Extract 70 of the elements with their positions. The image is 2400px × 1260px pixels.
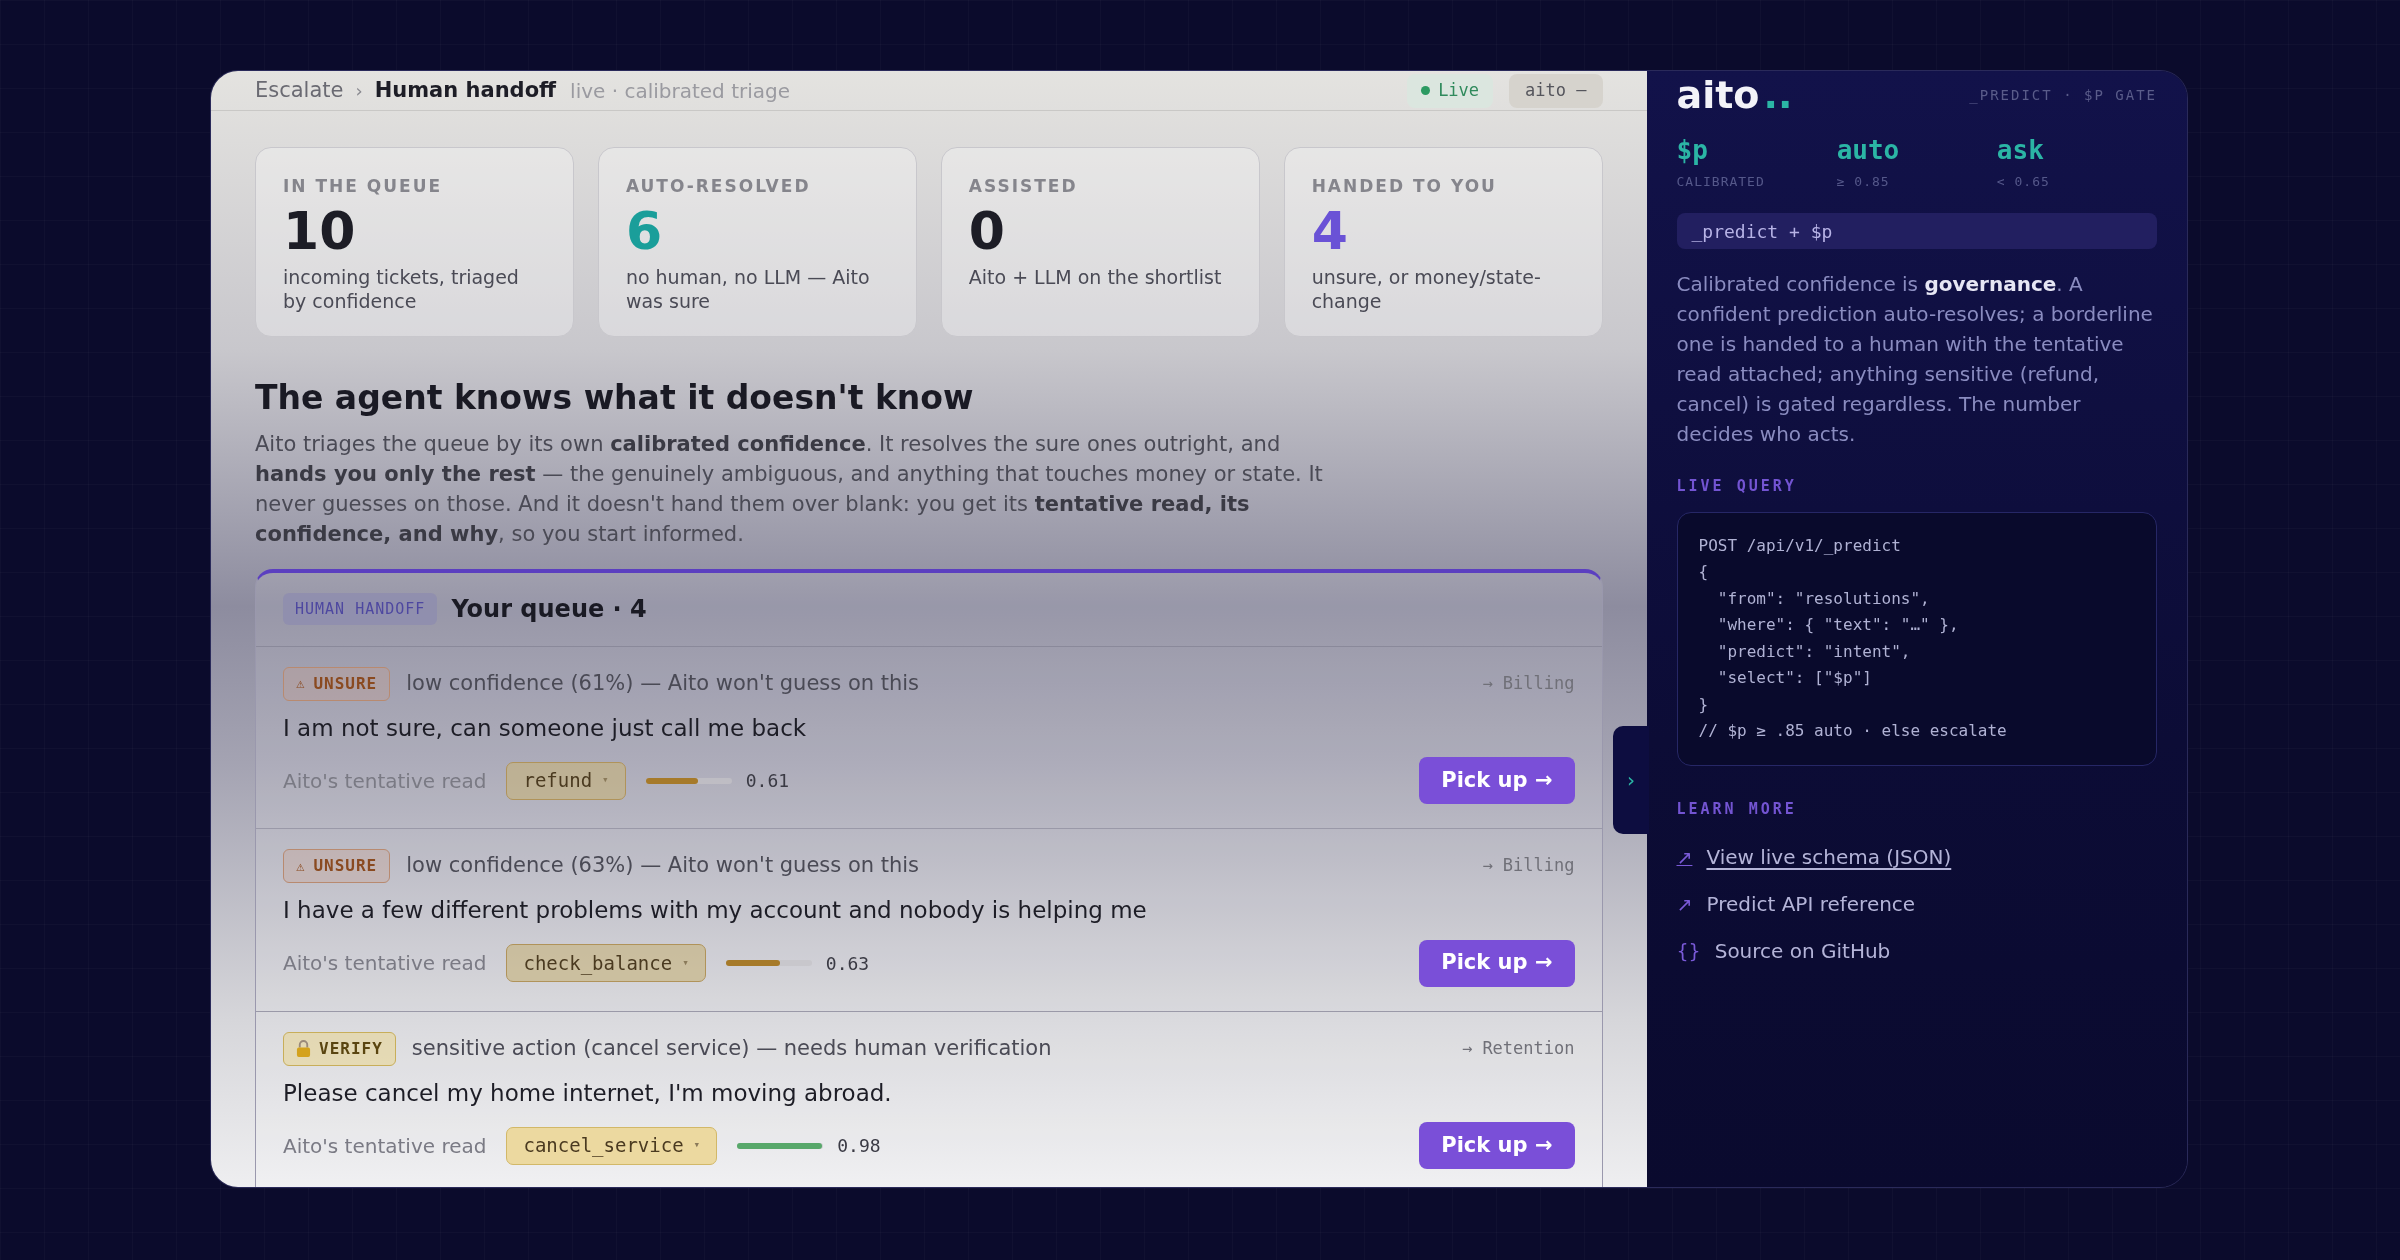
doc-link[interactable]: Predict API reference — [1706, 889, 1916, 920]
queue-tag: HUMAN HANDOFF — [283, 592, 438, 626]
brand-logo: aito.. — [1676, 73, 1793, 119]
status-badge: VERIFY — [283, 1031, 396, 1066]
metric-value: auto — [1836, 133, 1901, 167]
section-paragraph: Aito triages the queue by its own calibrated confidence. It resolves the sure ones outright, and hands you only the rest — the genuinely ambiguous, and anything that touches money or state. It never guesses on those. And it doesn't hand them over blank: you get its tentative read, its confidence, and why, so you start informed. — [255, 430, 1324, 548]
link-icon: {} — [1676, 936, 1701, 966]
stat-label: AUTO-RESOLVED — [625, 175, 812, 198]
status-badge: ⚠ UNSURE — [283, 849, 391, 883]
stat-label: IN THE QUEUE — [283, 175, 444, 198]
route-label: → Billing — [1482, 671, 1575, 695]
stat-caption: unsure, or money/state-change — [1311, 265, 1542, 314]
stat-label: HANDED TO YOU — [1311, 175, 1498, 198]
metric-caption: < 0.65 — [1996, 172, 2051, 191]
reason-text: sensitive action (cancel service) — needs human verification — [411, 1034, 1052, 1062]
stat-value: 0 — [968, 201, 1006, 262]
caret-icon: ▾ — [682, 954, 689, 972]
live-badge: Live — [1407, 73, 1494, 108]
tentative-read-label: Aito's tentative read — [283, 950, 487, 977]
reason-text: low confidence (61%) — Aito won't guess on this — [406, 669, 920, 697]
user-menu-button[interactable]: aito – — [1509, 73, 1603, 108]
metric-value: $p — [1676, 133, 1709, 167]
lock-icon — [296, 1040, 311, 1057]
breadcrumb-link[interactable]: Escalate — [255, 74, 344, 107]
confidence-score: 0.63 — [825, 951, 870, 976]
route-label: → Retention — [1461, 1036, 1575, 1060]
stat-caption: no human, no LLM — Aito was sure — [625, 265, 871, 314]
pick-up-button[interactable]: Pick up → — [1419, 757, 1575, 804]
code-chip: _predict + $p — [1676, 213, 2157, 250]
stat-value: 6 — [625, 201, 664, 262]
panel-description: Calibrated confidence is governance. A confident prediction auto-resolves; a borderline one is handed to a human with the tentative read attached; anything sensitive (refund, cancel) is gated regardless. The number decides who acts. — [1676, 271, 2154, 449]
stat-caption: incoming tickets, triaged by confidence — [283, 265, 520, 314]
ticket-message: I have a few different problems with my account and nobody is helping me — [283, 896, 1148, 925]
metric-caption: ≥ 0.85 — [1836, 172, 1891, 191]
doc-link[interactable]: Source on GitHub — [1714, 936, 1891, 967]
pick-up-button[interactable]: Pick up → — [1419, 939, 1575, 987]
breadcrumb-current: Human handoff — [374, 76, 557, 104]
section-title: The agent knows what it doesn't know — [255, 377, 975, 419]
confidence-score: 0.61 — [745, 769, 790, 793]
link-icon: ↗ — [1676, 889, 1693, 919]
stat-caption: Aito + LLM on the shortlist — [968, 265, 1223, 290]
panel-tagline: _PREDICT · $P GATE — [1969, 86, 2157, 106]
code-block: POST /api/v1/_predict { "from": "resolutions", "where": { "text": "…" }, "predict": "intent", "select": ["$p"] } // $p ≥ .85 auto · else escalate — [1676, 511, 2157, 766]
stat-label: ASSISTED — [968, 175, 1079, 198]
doc-link[interactable]: View live schema (JSON) — [1706, 842, 1952, 873]
stat-value: 10 — [283, 201, 357, 262]
breadcrumb-subtitle: live · calibrated triage — [570, 77, 791, 105]
confidence-score: 0.98 — [837, 1134, 881, 1158]
ticket-message: I am not sure, can someone just call me back — [283, 713, 808, 743]
intent-dropdown[interactable]: cancel_service ▾ — [506, 1126, 718, 1165]
metric-value: ask — [1996, 133, 2045, 167]
ticket-message: Please cancel my home internet, I'm moving abroad. — [283, 1078, 893, 1108]
intent-dropdown[interactable]: refund ▾ — [506, 761, 626, 800]
section-label: LIVE QUERY — [1676, 476, 1798, 498]
caret-icon: ▾ — [602, 772, 609, 789]
metric-caption: CALIBRATED — [1676, 172, 1766, 191]
queue-title: Your queue · 4 — [451, 594, 647, 625]
section-label: LEARN MORE — [1676, 798, 1798, 820]
caret-icon: ▾ — [693, 1137, 701, 1154]
intent-dropdown[interactable]: check_balance ▾ — [506, 944, 706, 982]
panel-toggle[interactable]: › — [1613, 726, 1649, 834]
link-icon: ↗ — [1676, 842, 1693, 872]
breadcrumb-separator: › — [355, 79, 363, 103]
tentative-read-label: Aito's tentative read — [283, 767, 487, 795]
pick-up-button[interactable]: Pick up → — [1419, 1122, 1575, 1169]
tentative-read-label: Aito's tentative read — [283, 1132, 487, 1160]
status-badge: ⚠ UNSURE — [283, 666, 391, 701]
route-label: → Billing — [1482, 854, 1575, 878]
stat-value: 4 — [1311, 201, 1349, 262]
reason-text: low confidence (63%) — Aito won't guess on this — [406, 852, 920, 880]
